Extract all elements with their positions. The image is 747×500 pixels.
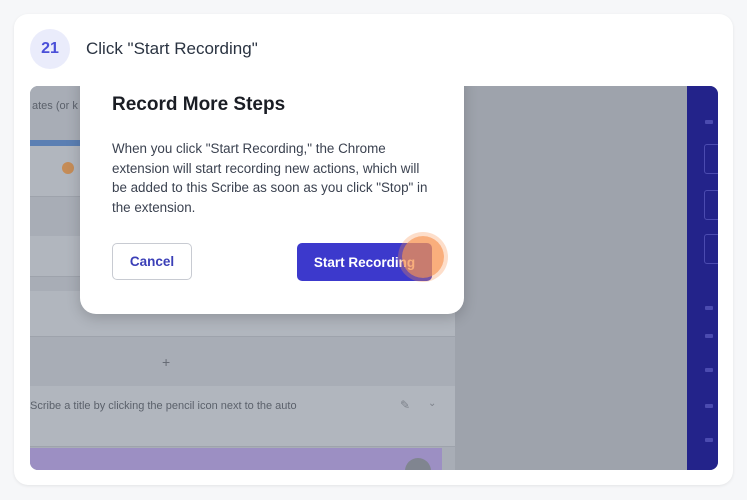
background-hint-text: Scribe a title by clicking the pencil ic…: [30, 400, 297, 412]
sidebar-mark: [705, 306, 713, 310]
pencil-icon: ✎: [400, 398, 411, 412]
sidebar-mark: [705, 334, 713, 338]
sidebar-box: [704, 190, 718, 220]
cancel-button[interactable]: Cancel: [112, 243, 192, 280]
sidebar-box: [704, 234, 718, 264]
sidebar-mark: [705, 368, 713, 372]
sidebar-mark: [705, 404, 713, 408]
background-add-step-icon: +: [162, 354, 171, 370]
step-number-badge: 21: [30, 29, 70, 69]
background-avatar-dot: [62, 162, 74, 174]
background-row: [30, 386, 455, 447]
chevron-down-icon: ⌄: [428, 398, 437, 409]
background-purple-bar: [30, 448, 442, 470]
click-highlight-icon: [402, 236, 444, 278]
sidebar-mark: [705, 438, 713, 442]
sidebar-box: [704, 144, 718, 174]
sidebar-mark: [705, 120, 713, 124]
dialog-body: When you click "Start Recording," the Ch…: [112, 141, 428, 215]
background-header-text: ates (or k: [32, 100, 78, 112]
background-overlay-area: [455, 86, 687, 470]
dialog-title: Record More Steps: [112, 94, 286, 115]
record-more-steps-dialog: Record More Steps When you click "Start …: [80, 86, 464, 314]
background-sidebar: [687, 86, 718, 470]
step-title: Click "Start Recording": [86, 39, 258, 58]
step-screenshot: ates (or k + Scribe a title by clicking …: [30, 86, 718, 470]
